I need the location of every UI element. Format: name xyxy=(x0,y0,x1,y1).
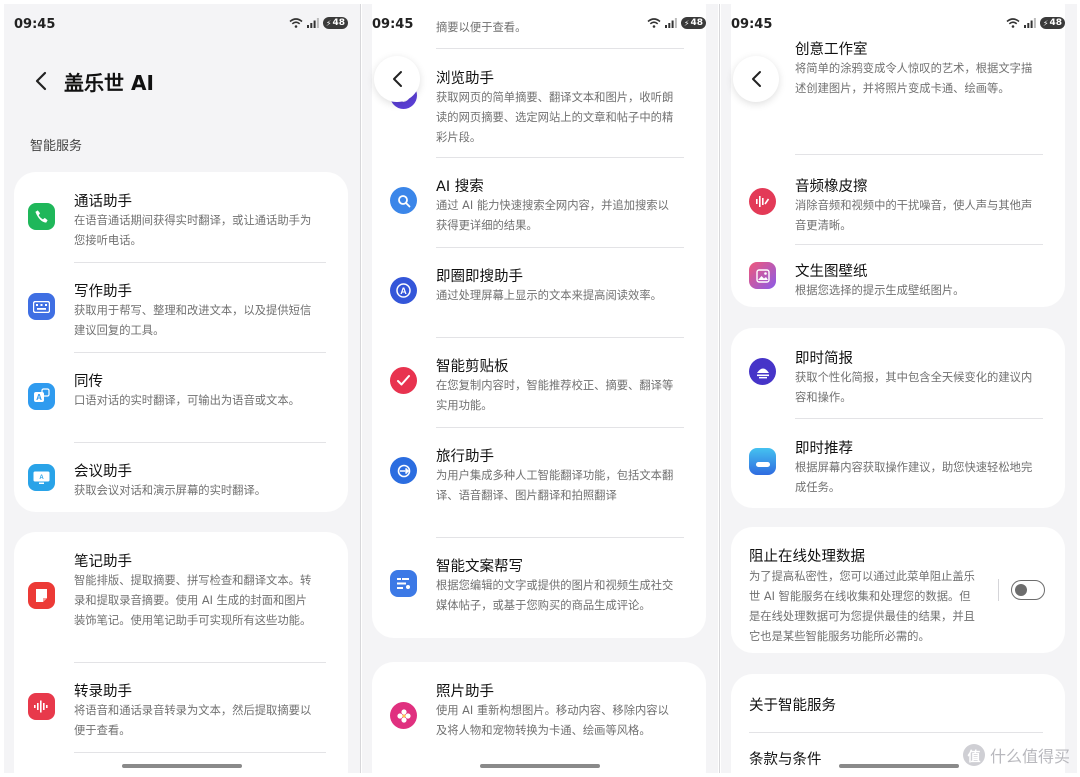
list-item-writing-assist[interactable]: 写作助手 获取用于帮写、整理和改进文本，以及提供短信建议回复的工具。 xyxy=(14,262,348,352)
list-item-smart-clipboard[interactable]: 智能剪贴板 在您复制内容时，智能推荐校正、摘要、翻译等实用功能。 xyxy=(372,337,706,427)
watermark: 值 什么值得买 xyxy=(962,743,1070,767)
status-time: 09:45 xyxy=(731,17,773,32)
services-card-4: 照片助手 使用 AI 重新构想图片。移动内容、移除内容以及将人物和宠物转换为卡通… xyxy=(372,662,706,773)
status-bar: 09:45 ⚡ 48 xyxy=(362,4,718,44)
services-card-5: 创意工作室 将简单的涂鸦变成令人惊叹的艺术，根据文字描述创建图片，并将照片变成卡… xyxy=(731,4,1065,307)
watermark-logo-icon: 值 xyxy=(962,744,985,766)
list-item-now-brief[interactable]: 即时简报 获取个性化简报，其中包含全天候变化的建议内容和操作。 xyxy=(731,328,1065,418)
meeting-icon: A xyxy=(28,464,55,491)
chevron-left-icon xyxy=(392,71,402,87)
circle-search-icon: A xyxy=(390,277,417,304)
battery-icon: ⚡ 48 xyxy=(1039,17,1065,29)
svg-text:A: A xyxy=(36,393,42,402)
privacy-desc: 为了提高私密性，您可以通过此菜单阻止盖乐世 AI 智能服务在线收集和处理您的数据… xyxy=(749,570,975,643)
battery-level: 48 xyxy=(332,18,345,28)
block-online-processing-row[interactable]: 阻止在线处理数据 为了提高私密性，您可以通过此菜单阻止盖乐世 AI 智能服务在线… xyxy=(731,527,1065,653)
wifi-icon xyxy=(289,18,303,28)
list-item-travel-assist[interactable]: 旅行助手 为用户集成多种人工智能翻译功能，包括文本翻译、语音翻译、图片翻译和拍照… xyxy=(372,427,706,537)
list-item-creative-studio[interactable]: 创意工作室 将简单的涂鸦变成令人惊叹的艺术，根据文字描述创建图片，并将照片变成卡… xyxy=(731,38,1065,157)
signal-icon xyxy=(664,18,677,28)
services-card-6: 即时简报 获取个性化简报，其中包含全天候变化的建议内容和操作。 即时推荐 根据屏… xyxy=(731,328,1065,508)
list-item-note-assist[interactable]: 笔记助手 智能排版、提取摘要、拼写检查和翻译文本。转录和提取录音摘要。使用 AI… xyxy=(14,532,348,662)
list-item-smart-copywriting[interactable]: 智能文案帮写 根据您编辑的文字或提供的图片和视频生成社交媒体帖子，或基于您购买的… xyxy=(372,537,706,638)
list-item-interpreter[interactable]: A 同传 口语对话的实时翻译，可输出为语音或文本。 xyxy=(14,352,348,442)
privacy-card: 阻止在线处理数据 为了提高私密性，您可以通过此菜单阻止盖乐世 AI 智能服务在线… xyxy=(731,527,1065,653)
status-time: 09:45 xyxy=(14,17,56,32)
list-item-circle-to-search[interactable]: A 即圈即搜助手 通过处理屏幕上显示的文本来提高阅读效率。 xyxy=(372,247,706,337)
audio-eraser-icon xyxy=(749,188,776,215)
toggle-separator xyxy=(998,579,999,601)
svg-text:A: A xyxy=(400,286,407,296)
watermark-text: 什么值得买 xyxy=(989,747,1070,766)
home-indicator[interactable] xyxy=(122,764,242,768)
back-button[interactable] xyxy=(26,66,56,96)
list-item-now-suggestion[interactable]: 即时推荐 根据屏幕内容获取操作建议，助您快速轻松地完成任务。 xyxy=(731,418,1065,508)
keyboard-icon xyxy=(28,293,55,320)
list-item-browsing-assist[interactable]: 浏览助手 获取网页的简单摘要、翻译文本和图片，收听朗读的网页摘要、选定网站上的文… xyxy=(372,48,706,157)
note-icon xyxy=(28,582,55,609)
signal-icon xyxy=(1023,18,1036,28)
page-header: 盖乐世 AI xyxy=(4,54,360,108)
screen-services-scroll-3: 创意工作室 将简单的涂鸦变成令人惊叹的艺术，根据文字描述创建图片，并将照片变成卡… xyxy=(721,4,1077,773)
list-item-ai-search[interactable]: AI 搜索 通过 AI 能力快速搜索全网内容，并追加搜索以获得更详细的结果。 xyxy=(372,157,706,247)
battery-icon: ⚡ 48 xyxy=(322,17,348,29)
panel-separator xyxy=(719,4,720,773)
list-item-photo-assist[interactable]: 照片助手 使用 AI 重新构想图片。移动内容、移除内容以及将人物和宠物转换为卡通… xyxy=(372,662,706,772)
home-indicator[interactable] xyxy=(839,764,959,768)
wifi-icon xyxy=(647,18,661,28)
search-icon xyxy=(390,187,417,214)
block-online-processing-toggle[interactable] xyxy=(1011,580,1045,600)
section-label: 智能服务 xyxy=(30,139,83,154)
call-icon xyxy=(28,203,55,230)
screen-services-scroll-2: 摘要以便于查看。 浏览助手 获取网页的简单摘要、翻译文本和图片，收听朗读的网页摘… xyxy=(362,4,718,773)
chevron-left-icon xyxy=(35,71,47,91)
battery-icon: ⚡ 48 xyxy=(680,17,706,29)
list-item-text-to-wallpaper[interactable]: 文生图壁纸 根据您选择的提示生成壁纸图片。 xyxy=(731,244,1065,307)
transcribe-icon xyxy=(28,693,55,720)
list-item-audio-eraser[interactable]: 音频橡皮擦 消除音频和视频中的干扰噪音，使人声与其他声音更清晰。 xyxy=(731,154,1065,244)
list-item-call-assist[interactable]: 通话助手 在语音通话期间获得实时翻译，或让通话助手为您接听电话。 xyxy=(14,172,348,262)
list-item-meeting-assist[interactable]: A 会议助手 获取会议对话和演示屏幕的实时翻译。 xyxy=(14,442,348,512)
services-card-3: 摘要以便于查看。 浏览助手 获取网页的简单摘要、翻译文本和图片，收听朗读的网页摘… xyxy=(372,4,706,638)
back-button[interactable] xyxy=(374,56,420,102)
translate-icon: A xyxy=(28,383,55,410)
writing-icon xyxy=(390,570,417,597)
panel-separator xyxy=(360,4,361,773)
services-card-2: 笔记助手 智能排版、提取摘要、拼写检查和翻译文本。转录和提取录音摘要。使用 AI… xyxy=(14,532,348,773)
privacy-title: 阻止在线处理数据 xyxy=(749,549,865,565)
about-intelligence-row[interactable]: 关于智能服务 xyxy=(731,674,1065,732)
page-title: 盖乐世 AI xyxy=(64,71,154,95)
briefing-icon xyxy=(749,358,776,385)
battery-level: 48 xyxy=(1049,18,1062,28)
chevron-left-icon xyxy=(751,71,761,87)
status-bar: 09:45 ⚡ 48 xyxy=(721,4,1077,44)
clipboard-icon xyxy=(390,367,417,394)
list-item-transcribe-assist[interactable]: 转录助手 将语音和通话录音转录为文本，然后提取摘要以便于查看。 xyxy=(14,662,348,752)
svg-text:A: A xyxy=(39,475,44,481)
travel-icon xyxy=(390,457,417,484)
suggestion-icon xyxy=(749,448,776,475)
photo-icon xyxy=(390,702,417,729)
status-bar: 09:45 ⚡ 48 xyxy=(4,4,360,44)
divider xyxy=(74,752,326,753)
signal-icon xyxy=(306,18,319,28)
wallpaper-icon xyxy=(749,262,776,289)
services-card-1: 通话助手 在语音通话期间获得实时翻译，或让通话助手为您接听电话。 写作助手 获取… xyxy=(14,172,348,512)
back-button[interactable] xyxy=(733,56,779,102)
status-time: 09:45 xyxy=(372,17,414,32)
wifi-icon xyxy=(1006,18,1020,28)
screen-galaxy-ai: 09:45 ⚡ 48 盖乐世 AI 智能服务 通话助手 在语音通话期间获得实时翻译… xyxy=(4,4,360,773)
battery-level: 48 xyxy=(690,18,703,28)
home-indicator[interactable] xyxy=(480,764,600,768)
